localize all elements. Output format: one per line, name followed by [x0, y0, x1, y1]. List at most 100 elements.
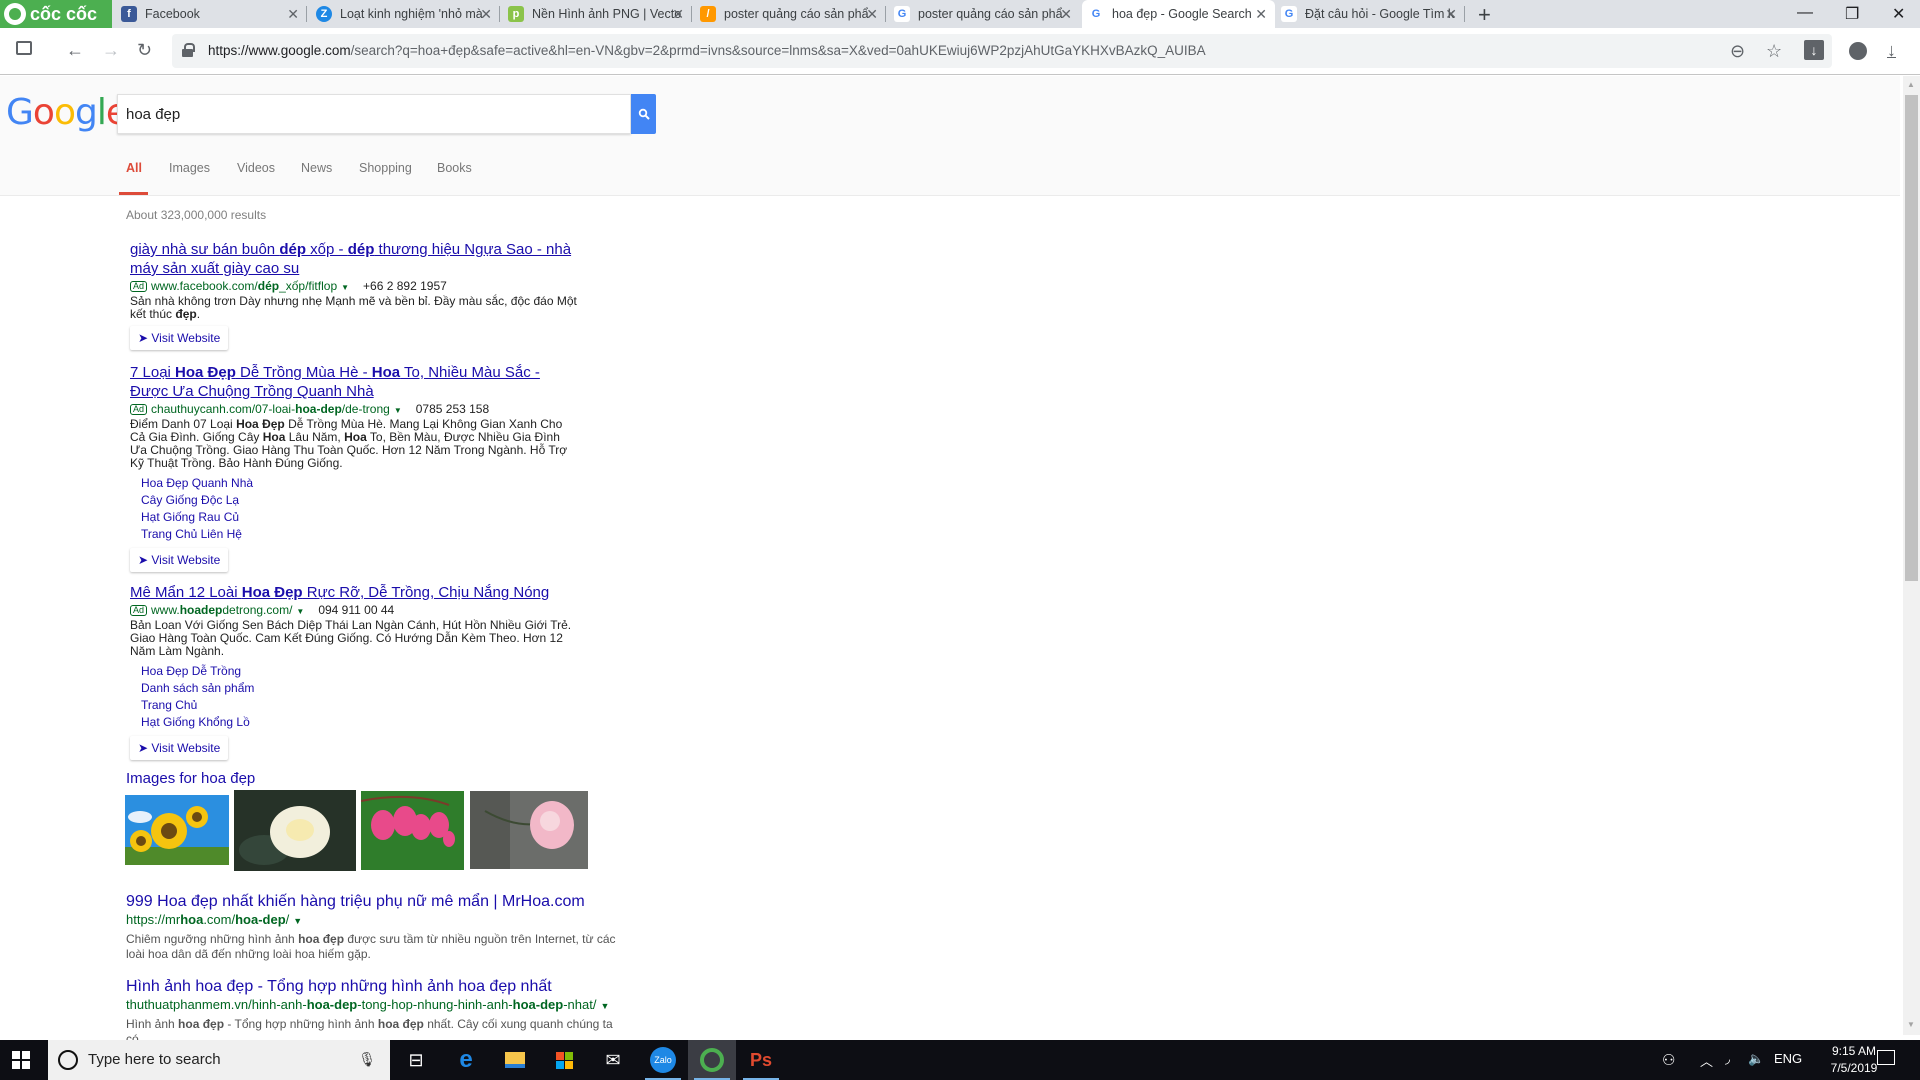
- close-tab-icon[interactable]: ✕: [866, 6, 878, 23]
- close-tab-icon[interactable]: ✕: [1060, 6, 1072, 23]
- url-text[interactable]: https://www.google.com/search?q=hoa+đẹp&…: [208, 43, 1206, 58]
- dropdown-caret-icon[interactable]: ▼: [600, 1001, 609, 1011]
- sitelink[interactable]: Hạt Giống Rau Củ: [141, 509, 580, 526]
- close-tab-icon[interactable]: ✕: [1255, 6, 1267, 23]
- sitelink[interactable]: Danh sách sản phẩm: [141, 680, 580, 697]
- visit-website-button[interactable]: ➤ Visit Website: [130, 548, 229, 572]
- dropdown-caret-icon[interactable]: ▼: [394, 406, 402, 415]
- ad-url-line: Ad www.facebook.com/dép_xốp/fitflop ▼ +66 2…: [130, 279, 580, 295]
- sitelink[interactable]: Cây Giống Độc Lạ: [141, 492, 580, 509]
- ad-title-link[interactable]: Mê Mẩn 12 Loài Hoa Đẹp Rực Rỡ, Dễ Trồng,…: [130, 583, 580, 602]
- wifi-icon[interactable]: ◞: [1725, 1051, 1730, 1067]
- tab-news[interactable]: News: [301, 161, 332, 175]
- forward-button[interactable]: →: [102, 40, 120, 60]
- show-hidden-icons-icon[interactable]: ︿: [1700, 1051, 1713, 1070]
- page-scrollbar[interactable]: ▲ ▼: [1903, 76, 1920, 1035]
- text-fragment: Rực Rỡ, Dễ Trồng, Chịu Nắng Nóng: [302, 584, 550, 601]
- mail-icon[interactable]: ✉: [589, 1040, 637, 1080]
- tab-images[interactable]: Images: [169, 161, 210, 175]
- task-view-icon[interactable]: ⊟: [392, 1040, 440, 1080]
- sitelink[interactable]: Hoa Đẹp Dễ Trồng: [141, 663, 580, 680]
- close-tab-icon[interactable]: ✕: [672, 6, 684, 23]
- downloads-icon[interactable]: ↓: [1887, 40, 1896, 60]
- bookmark-star-icon[interactable]: ☆: [1766, 41, 1782, 62]
- browser-tab[interactable]: Z Loạt kinh nghiệm 'nhỏ mà ✕: [310, 0, 500, 28]
- scroll-down-arrow-icon[interactable]: ▼: [1907, 1020, 1915, 1029]
- clock[interactable]: 9:15 AM 7/5/2019: [1824, 1043, 1884, 1077]
- close-tab-icon[interactable]: ✕: [480, 6, 492, 23]
- action-center-icon[interactable]: [1877, 1050, 1895, 1065]
- zoom-out-icon[interactable]: ⊖: [1730, 41, 1745, 62]
- browser-tab[interactable]: f Facebook ✕: [115, 0, 307, 28]
- bleeding-heart-thumbnail[interactable]: [361, 791, 464, 870]
- images-heading-link[interactable]: Images for hoa đẹp: [126, 770, 255, 787]
- sitelink[interactable]: Hạt Giống Khổng Lồ: [141, 714, 580, 731]
- search-button[interactable]: [631, 94, 656, 134]
- ad-phone[interactable]: 094 911 00 44: [318, 603, 394, 617]
- ad-phone[interactable]: 0785 253 158: [416, 402, 489, 416]
- text-fragment: .com/: [203, 912, 236, 927]
- result-title-link[interactable]: Hình ảnh hoa đẹp - Tổng hợp những hình ả…: [126, 977, 616, 997]
- save-download-icon[interactable]: ↓: [1804, 40, 1824, 60]
- taskbar-search-box[interactable]: Type here to search 🎙: [48, 1040, 390, 1080]
- microphone-icon[interactable]: 🎙: [358, 1051, 376, 1068]
- dropdown-caret-icon[interactable]: ▼: [296, 607, 304, 616]
- sitelink[interactable]: Hoa Đẹp Quanh Nhà: [141, 475, 580, 492]
- browser-tab[interactable]: p Nền Hình ảnh PNG | Vecto ✕: [502, 0, 692, 28]
- google-icon: G: [1281, 6, 1297, 22]
- ad-display-url[interactable]: www.facebook.com/dép_xốp/fitflop: [151, 279, 337, 293]
- coccoc-menu-button[interactable]: cốc cốc: [0, 0, 112, 28]
- back-button[interactable]: ←: [66, 40, 84, 60]
- minimize-button[interactable]: —: [1797, 4, 1813, 22]
- result-title-link[interactable]: 999 Hoa đẹp nhất khiến hàng triệu phụ nữ…: [126, 892, 616, 912]
- ad-title-link[interactable]: giày nhà sư bán buôn dép xốp - dép thươn…: [130, 240, 580, 278]
- browser-tab[interactable]: / poster quảng cáo sản phẩ ✕: [694, 0, 886, 28]
- dropdown-caret-icon[interactable]: ▼: [341, 283, 349, 292]
- text-fragment: /: [285, 912, 290, 927]
- scrollbar-thumb[interactable]: [1905, 95, 1918, 581]
- restore-button[interactable]: ❐: [1845, 4, 1859, 24]
- powerpoint-icon[interactable]: Ps: [737, 1040, 785, 1080]
- sitelink[interactable]: Trang Chủ: [141, 697, 580, 714]
- people-icon[interactable]: ⚇: [1662, 1051, 1675, 1069]
- tab-shopping[interactable]: Shopping: [359, 161, 412, 175]
- address-bar[interactable]: https://www.google.com/search?q=hoa+đẹp&…: [172, 34, 1832, 68]
- file-explorer-icon[interactable]: [491, 1040, 539, 1080]
- dropdown-caret-icon[interactable]: ▼: [293, 916, 302, 926]
- browser-tab[interactable]: Gposter quảng cáo sản phẩ ✕: [888, 0, 1080, 28]
- reload-button[interactable]: ↻: [137, 40, 152, 60]
- sunflower-thumbnail[interactable]: [125, 795, 229, 865]
- edge-icon[interactable]: e: [442, 1040, 490, 1080]
- ad-phone[interactable]: +66 2 892 1957: [363, 279, 447, 293]
- language-indicator[interactable]: ENG: [1774, 1051, 1802, 1066]
- white-rose-thumbnail[interactable]: [234, 790, 356, 871]
- ad-display-url[interactable]: chauthuycanh.com/07-loai-hoa-dep/de-tron…: [151, 402, 390, 416]
- visit-website-button[interactable]: ➤ Visit Website: [130, 736, 229, 760]
- tab-videos[interactable]: Videos: [237, 161, 275, 175]
- zalo-icon[interactable]: Zalo: [639, 1040, 687, 1080]
- google-logo[interactable]: Google: [6, 92, 128, 133]
- coccoc-icon[interactable]: [688, 1040, 736, 1080]
- scroll-up-arrow-icon[interactable]: ▲: [1907, 80, 1915, 89]
- sitelinks: Hoa Đẹp Quanh Nhà Cây Giống Độc Lạ Hạt Giố…: [141, 475, 580, 543]
- ad-title-link[interactable]: 7 Loại Hoa Đẹp Dễ Trồng Mùa Hè - Hoa To,…: [130, 363, 580, 401]
- sitelink[interactable]: Trang Chủ Liên Hệ: [141, 526, 580, 543]
- close-tab-icon[interactable]: ✕: [1445, 6, 1457, 23]
- pink-rose-thumbnail[interactable]: [470, 791, 588, 869]
- tab-separator: [691, 6, 692, 22]
- store-icon[interactable]: [540, 1040, 588, 1080]
- visit-website-button[interactable]: ➤ Visit Website: [130, 326, 229, 350]
- sidebar-toggle-icon[interactable]: [16, 41, 32, 55]
- close-window-button[interactable]: ✕: [1892, 4, 1905, 24]
- profile-icon[interactable]: [1849, 42, 1867, 60]
- browser-tab[interactable]: G Đặt câu hỏi - Google Tìm k ✕: [1275, 0, 1465, 28]
- ad-display-url[interactable]: www.hoadepdetrong.com/: [151, 603, 292, 617]
- start-button[interactable]: [12, 1051, 30, 1069]
- tab-books[interactable]: Books: [437, 161, 472, 175]
- tab-all[interactable]: All: [126, 161, 142, 175]
- new-tab-button[interactable]: +: [1478, 2, 1491, 28]
- search-input[interactable]: hoa đẹp: [117, 94, 631, 134]
- close-tab-icon[interactable]: ✕: [287, 6, 299, 23]
- browser-tab-active[interactable]: Ghoa đẹp - Google Search ✕: [1082, 0, 1275, 28]
- volume-icon[interactable]: 🔈: [1748, 1051, 1764, 1067]
